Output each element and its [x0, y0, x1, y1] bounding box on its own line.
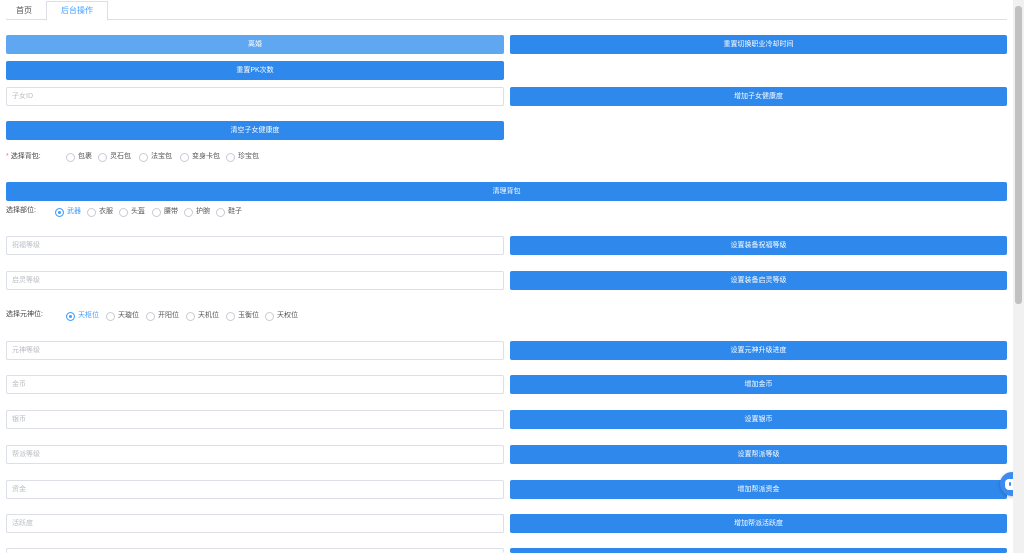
tab-admin-operations[interactable]: 后台操作: [46, 1, 108, 21]
bag-option-transform-card[interactable]: 变身卡包: [180, 152, 220, 162]
add-faction-activity-button[interactable]: 增加帮派活跃度: [510, 514, 1007, 533]
next-row-button[interactable]: [510, 548, 1007, 553]
add-gold-button[interactable]: 增加金币: [510, 375, 1007, 394]
bag-select-label: * 选择背包:: [6, 152, 41, 162]
faction-level-input[interactable]: 帮派等级: [6, 445, 504, 464]
reset-pk-button[interactable]: 重置PK次数: [6, 61, 504, 80]
required-mark: *: [6, 153, 9, 160]
part-select-label: 选择部位:: [6, 207, 36, 214]
bag-option-spirit-stone[interactable]: 灵石包: [98, 152, 131, 162]
spirit-select-label: 选择元神位:: [6, 311, 43, 318]
bag-option-parcel[interactable]: 包裹: [66, 152, 92, 162]
part-option-belt[interactable]: 腰带: [152, 207, 178, 217]
part-option-helmet[interactable]: 头盔: [119, 207, 145, 217]
spirit-option-tianshu[interactable]: 天枢位: [66, 311, 99, 321]
part-option-bracer[interactable]: 护腕: [184, 207, 210, 217]
set-faction-level-button[interactable]: 设置帮派等级: [510, 445, 1007, 464]
set-bound-gold-button[interactable]: 设置银币: [510, 410, 1007, 429]
scrollbar[interactable]: [1013, 0, 1024, 553]
part-option-weapon[interactable]: 武器: [55, 207, 81, 217]
add-faction-funds-button[interactable]: 增加帮派资金: [510, 480, 1007, 499]
set-awaken-level-button[interactable]: 设置装备启灵等级: [510, 271, 1007, 290]
part-option-clothes[interactable]: 衣服: [87, 207, 113, 217]
next-row-input[interactable]: [6, 548, 504, 553]
bag-label-text: 选择背包:: [10, 153, 41, 160]
set-spirit-progress-button[interactable]: 设置元神升级进度: [510, 341, 1007, 360]
set-bless-level-button[interactable]: 设置装备祝福等级: [510, 236, 1007, 255]
tab-bar: 首页 后台操作: [6, 0, 1007, 21]
awaken-level-input[interactable]: 启灵等级: [6, 271, 504, 290]
spirit-option-tianji[interactable]: 天机位: [186, 311, 219, 321]
part-option-shoes[interactable]: 鞋子: [216, 207, 242, 217]
activity-input[interactable]: 活跃度: [6, 514, 504, 533]
add-child-affection-button[interactable]: 增加子女健康度: [510, 87, 1007, 106]
bag-option-treasure[interactable]: 法宝包: [139, 152, 172, 162]
bag-option-jewel[interactable]: 珍宝包: [226, 152, 259, 162]
tab-home[interactable]: 首页: [6, 1, 42, 20]
funds-input[interactable]: 资金: [6, 480, 504, 499]
spirit-option-yuheng[interactable]: 玉衡位: [226, 311, 259, 321]
clear-child-affection-button[interactable]: 清空子女健康度: [6, 121, 504, 140]
spirit-option-tianquan[interactable]: 天权位: [265, 311, 298, 321]
clear-bag-button[interactable]: 清理背包: [6, 182, 1007, 201]
divorce-button[interactable]: 离婚: [6, 35, 504, 54]
spirit-level-input[interactable]: 元神等级: [6, 341, 504, 360]
gold-input[interactable]: 金币: [6, 375, 504, 394]
spirit-option-tianxuan[interactable]: 天璇位: [106, 311, 139, 321]
scrollbar-thumb[interactable]: [1015, 6, 1022, 304]
bound-gold-input[interactable]: 银币: [6, 410, 504, 429]
reset-job-cooldown-button[interactable]: 重置切换职业冷却时间: [510, 35, 1007, 54]
spirit-option-kaiyang[interactable]: 开阳位: [146, 311, 179, 321]
child-id-input[interactable]: 子女ID: [6, 87, 504, 106]
bless-level-input[interactable]: 祝福等级: [6, 236, 504, 255]
